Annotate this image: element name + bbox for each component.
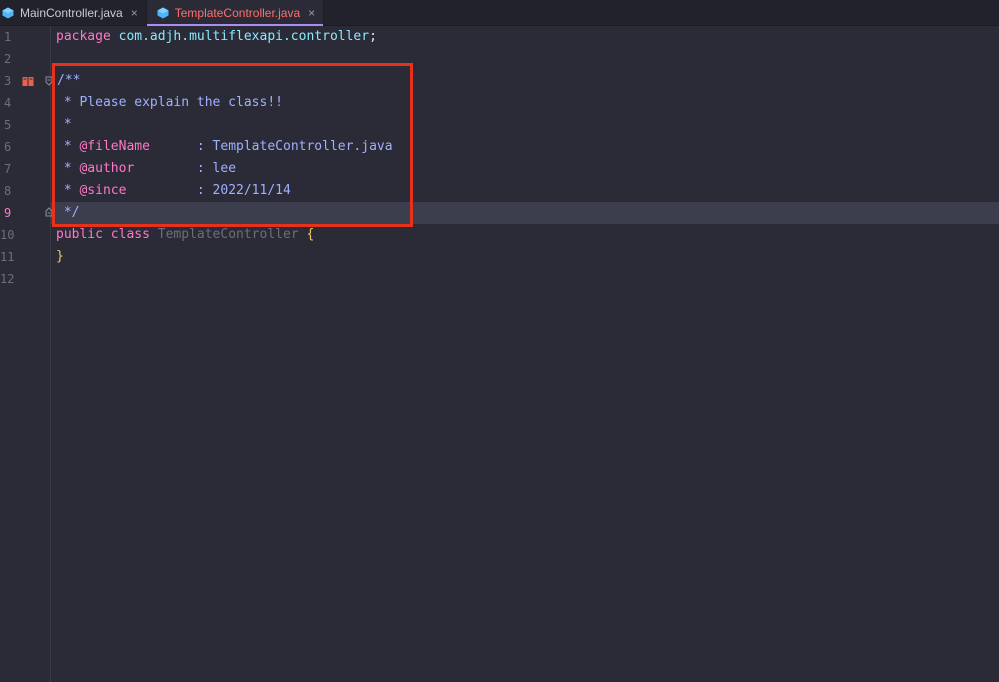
close-icon[interactable]: × <box>308 6 315 20</box>
code-line-package[interactable]: package com.adjh.multiflexapi.controller… <box>56 26 377 48</box>
editor-tab-bar: MainController.java × TemplateController… <box>0 0 999 26</box>
close-icon[interactable]: × <box>131 6 138 20</box>
tab-template-controller[interactable]: TemplateController.java × <box>146 0 325 26</box>
line-number: 2 <box>4 52 12 66</box>
semicolon: ; <box>369 29 377 44</box>
line-number-gutter: 1 2 3 4 5 6 7 8 9 10 11 12 <box>0 26 53 682</box>
keyword-class: class <box>110 227 150 242</box>
tab-label: TemplateController.java <box>174 5 301 20</box>
bookmark-icon[interactable] <box>22 76 34 88</box>
keyword-public: public <box>56 227 103 242</box>
line-number-current: 9 <box>4 206 12 220</box>
line-number: 10 <box>0 228 15 242</box>
tab-main-controller[interactable]: MainController.java × <box>0 0 147 25</box>
line-number: 12 <box>0 272 15 286</box>
tab-label: MainController.java <box>20 5 123 20</box>
package-name: com.adjh.multiflexapi.controller <box>118 29 370 44</box>
annotation-highlight-box <box>52 63 413 227</box>
line-number: 7 <box>4 162 12 176</box>
keyword-package: package <box>56 29 111 44</box>
code-editor[interactable]: 1 2 3 4 5 6 7 8 9 10 11 12 package com.a… <box>0 26 999 682</box>
class-name: TemplateController <box>157 227 299 242</box>
java-class-icon <box>157 7 169 18</box>
line-number: 11 <box>0 250 15 264</box>
line-number: 8 <box>4 184 12 198</box>
open-brace: { <box>306 227 315 242</box>
line-number: 4 <box>4 96 12 110</box>
line-number: 6 <box>4 140 12 154</box>
close-brace: } <box>56 249 64 264</box>
line-number: 5 <box>4 118 12 132</box>
java-class-icon <box>2 7 14 18</box>
code-line-close-brace[interactable]: } <box>56 246 64 268</box>
code-line-class-decl[interactable]: public class TemplateController { <box>56 224 314 246</box>
line-number: 1 <box>4 30 12 44</box>
